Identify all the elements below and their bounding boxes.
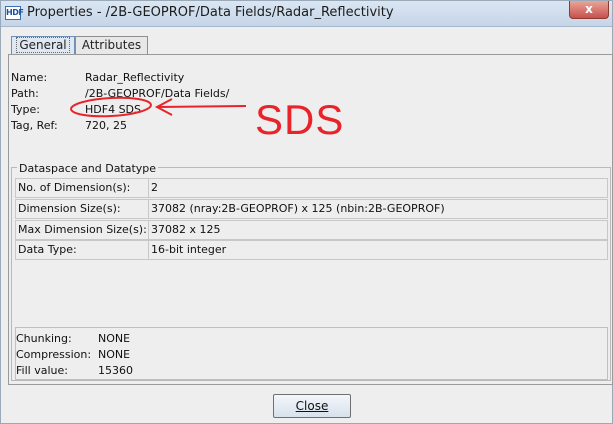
- max-dim-size-row: Max Dimension Size(s): 37082 x 125: [15, 220, 608, 240]
- chunking-value: NONE: [98, 332, 131, 345]
- fill-value-value: 15360: [98, 364, 133, 377]
- fill-value-label: Fill value:: [16, 364, 68, 377]
- tab-attributes-label: Attributes: [81, 38, 142, 52]
- dim-size-label: Dimension Size(s):: [18, 202, 121, 215]
- window-title: Properties - /2B-GEOPROF/Data Fields/Rad…: [27, 5, 394, 20]
- data-type-label: Data Type:: [18, 243, 77, 256]
- type-label: Type:: [11, 103, 40, 116]
- tagref-value: 720, 25: [85, 119, 127, 132]
- hdf-app-icon: HDF: [5, 6, 24, 20]
- max-dim-size-value: 37082 x 125: [148, 221, 607, 239]
- name-value: Radar_Reflectivity: [85, 71, 185, 84]
- dims-count-label: No. of Dimension(s):: [18, 181, 131, 194]
- title-bar[interactable]: HDF Properties - /2B-GEOPROF/Data Fields…: [1, 1, 612, 27]
- properties-window: HDF Properties - /2B-GEOPROF/Data Fields…: [0, 0, 613, 424]
- tab-general[interactable]: General: [11, 36, 75, 55]
- max-dim-size-label: Max Dimension Size(s):: [18, 223, 147, 236]
- close-button-label: Close: [295, 399, 329, 413]
- close-button[interactable]: Close: [273, 394, 351, 418]
- dims-count-value: 2: [148, 179, 607, 197]
- dataspace-group-title: Dataspace and Datatype: [17, 162, 159, 175]
- type-value: HDF4 SDS: [85, 103, 141, 116]
- data-type-value: 16-bit integer: [148, 241, 607, 259]
- window-close-button[interactable]: x: [569, 1, 609, 19]
- tagref-label: Tag, Ref:: [11, 119, 58, 132]
- tab-attributes[interactable]: Attributes: [75, 36, 148, 54]
- data-type-row: Data Type: 16-bit integer: [15, 240, 608, 260]
- dims-count-row: No. of Dimension(s): 2: [15, 178, 608, 198]
- path-label: Path:: [11, 87, 39, 100]
- sds-annotation-label: SDS: [255, 96, 345, 143]
- name-label: Name:: [11, 71, 48, 84]
- path-value: /2B-GEOPROF/Data Fields/: [85, 87, 230, 100]
- dim-size-row: Dimension Size(s): 37082 (nray:2B-GEOPRO…: [15, 199, 608, 219]
- compression-label: Compression:: [16, 348, 92, 361]
- dim-size-value: 37082 (nray:2B-GEOPROF) x 125 (nbin:2B-G…: [148, 200, 607, 218]
- chunking-label: Chunking:: [16, 332, 72, 345]
- compression-value: NONE: [98, 348, 131, 361]
- tab-general-label: General: [16, 37, 70, 53]
